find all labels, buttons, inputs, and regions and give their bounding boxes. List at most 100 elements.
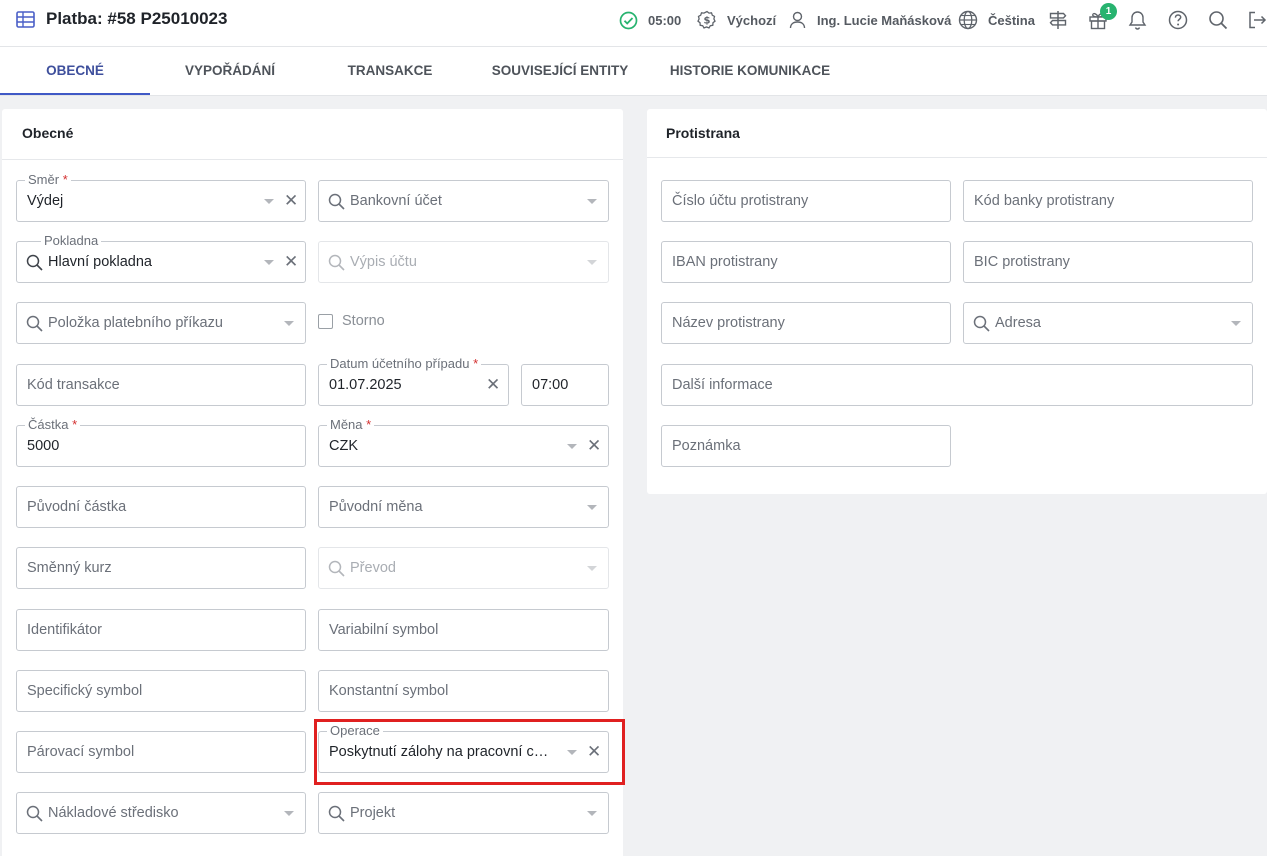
operace-highlight [314,719,625,785]
chevron-down-icon[interactable] [587,505,597,510]
bell-icon [1128,10,1147,30]
search-icon [26,254,43,276]
chevron-down-icon[interactable] [567,444,577,449]
pokladna-value: Hlavní pokladna [48,254,152,270]
mena-select[interactable]: Měna * CZK ✕ [318,417,609,467]
signpost-icon [1048,10,1068,30]
chevron-down-icon[interactable] [264,199,274,204]
vypis-uctu-select[interactable]: Výpis účtu [318,241,609,283]
active-tab-indicator [0,93,150,95]
help-button[interactable] [1168,9,1188,31]
datum-field[interactable]: Datum účetního případu * 01.07.2025 ✕ [318,356,509,406]
storno-checkbox[interactable] [318,314,333,329]
adresa-select[interactable]: Adresa [963,302,1253,344]
nakladove-stredisko-select[interactable]: Nákladové středisko [16,792,306,834]
parovaci-symbol-field[interactable]: Párovací symbol [16,731,306,773]
nazev-field[interactable]: Název protistrany [661,302,951,344]
cislo-uctu-placeholder: Číslo účtu protistrany [672,193,809,209]
puvodni-mena-placeholder: Původní měna [329,499,423,515]
language-selector[interactable]: Čeština [958,9,1035,31]
user-icon [789,11,806,29]
identifikator-placeholder: Identifikátor [27,622,102,638]
gift-count-badge: 1 [1100,3,1117,20]
mena-label: Měna [330,417,363,432]
vypis-uctu-placeholder: Výpis účtu [350,254,417,270]
smenny-kurz-placeholder: Směnný kurz [27,560,112,576]
polozka-select[interactable]: Položka platebního příkazu [16,302,306,344]
bic-placeholder: BIC protistrany [974,254,1070,270]
notifications-button[interactable] [1128,9,1147,31]
divider [647,157,1267,158]
session-time: 05:00 [648,12,682,28]
search-icon [328,254,345,276]
logout-button[interactable] [1247,9,1267,31]
scenario-label: Výchozí [727,12,777,28]
close-icon[interactable]: ✕ [284,252,298,272]
chevron-down-icon[interactable] [587,811,597,816]
chevron-down-icon[interactable] [587,260,597,265]
projekt-placeholder: Projekt [350,805,396,821]
search-icon [328,560,345,582]
prevod-select[interactable]: Převod [318,547,609,589]
chevron-down-icon[interactable] [1231,321,1241,326]
nakladove-stredisko-placeholder: Nákladové středisko [48,805,179,821]
smer-select[interactable]: Směr * Výdej ✕ [16,172,306,222]
pokladna-select[interactable]: Pokladna Hlavní pokladna ✕ [16,233,306,283]
tab-historie-komunikace[interactable]: HISTORIE KOMUNIKACE [650,47,850,96]
chevron-down-icon[interactable] [284,321,294,326]
cas-value: 07:00 [532,377,569,393]
specificky-symbol-field[interactable]: Specifický symbol [16,670,306,712]
tab-vyporadani[interactable]: VYPOŘÁDÁNÍ [150,47,310,96]
poznamka-field[interactable]: Poznámka [661,425,951,467]
identifikator-field[interactable]: Identifikátor [16,609,306,651]
tab-bar: OBECNÉ VYPOŘÁDÁNÍ TRANSAKCE SOUVISEJÍCÍ … [0,47,1267,96]
user-menu[interactable]: Ing. Lucie Maňásková [789,9,951,31]
cas-field[interactable]: 07:00 [521,364,609,406]
variabilni-symbol-placeholder: Variabilní symbol [329,622,439,638]
dalsi-informace-field[interactable]: Další informace [661,364,1253,406]
adresa-placeholder: Adresa [995,315,1041,331]
close-icon[interactable]: ✕ [486,375,500,395]
bic-field[interactable]: BIC protistrany [963,241,1253,283]
smenny-kurz-field[interactable]: Směnný kurz [16,547,306,589]
kod-transakce-field[interactable]: Kód transakce [16,364,306,406]
kod-banky-field[interactable]: Kód banky protistrany [963,180,1253,222]
konstantni-symbol-field[interactable]: Konstantní symbol [318,670,609,712]
datum-value: 01.07.2025 [329,377,402,393]
specificky-symbol-placeholder: Specifický symbol [27,683,143,699]
close-icon[interactable]: ✕ [587,436,601,456]
bankovni-ucet-select[interactable]: Bankovní účet [318,180,609,222]
iban-field[interactable]: IBAN protistrany [661,241,951,283]
projekt-select[interactable]: Projekt [318,792,609,834]
global-search-button[interactable] [1208,9,1228,31]
castka-field[interactable]: Částka * 5000 [16,417,306,467]
variabilni-symbol-field[interactable]: Variabilní symbol [318,609,609,651]
counterparty-card-title: Protistrana [666,125,740,141]
kod-transakce-placeholder: Kód transakce [27,377,120,393]
puvodni-mena-select[interactable]: Původní měna [318,486,609,528]
cislo-uctu-field[interactable]: Číslo účtu protistrany [661,180,951,222]
session-timer[interactable]: 05:00 [619,9,681,31]
general-card-title: Obecné [22,125,74,141]
search-icon [328,193,345,215]
close-icon[interactable]: ✕ [284,191,298,211]
logout-icon [1247,10,1267,30]
chevron-down-icon[interactable] [284,811,294,816]
search-icon [1208,10,1228,30]
search-icon [973,315,990,337]
puvodni-castka-field[interactable]: Původní částka [16,486,306,528]
chevron-down-icon[interactable] [264,260,274,265]
chevron-down-icon[interactable] [587,199,597,204]
table-icon [16,11,35,33]
tab-transakce[interactable]: TRANSAKCE [310,47,470,96]
signpost-button[interactable] [1048,9,1068,31]
datum-label: Datum účetního případu [330,356,470,371]
iban-placeholder: IBAN protistrany [672,254,778,270]
tab-obecne[interactable]: OBECNÉ [0,47,150,96]
tab-souvisejici-entity[interactable]: SOUVISEJÍCÍ ENTITY [470,47,650,96]
polozka-placeholder: Položka platebního příkazu [48,315,223,331]
dalsi-informace-placeholder: Další informace [672,377,773,393]
scenario-selector[interactable]: $ Výchozí [697,9,776,31]
chevron-down-icon[interactable] [587,566,597,571]
smer-value: Výdej [27,193,64,209]
